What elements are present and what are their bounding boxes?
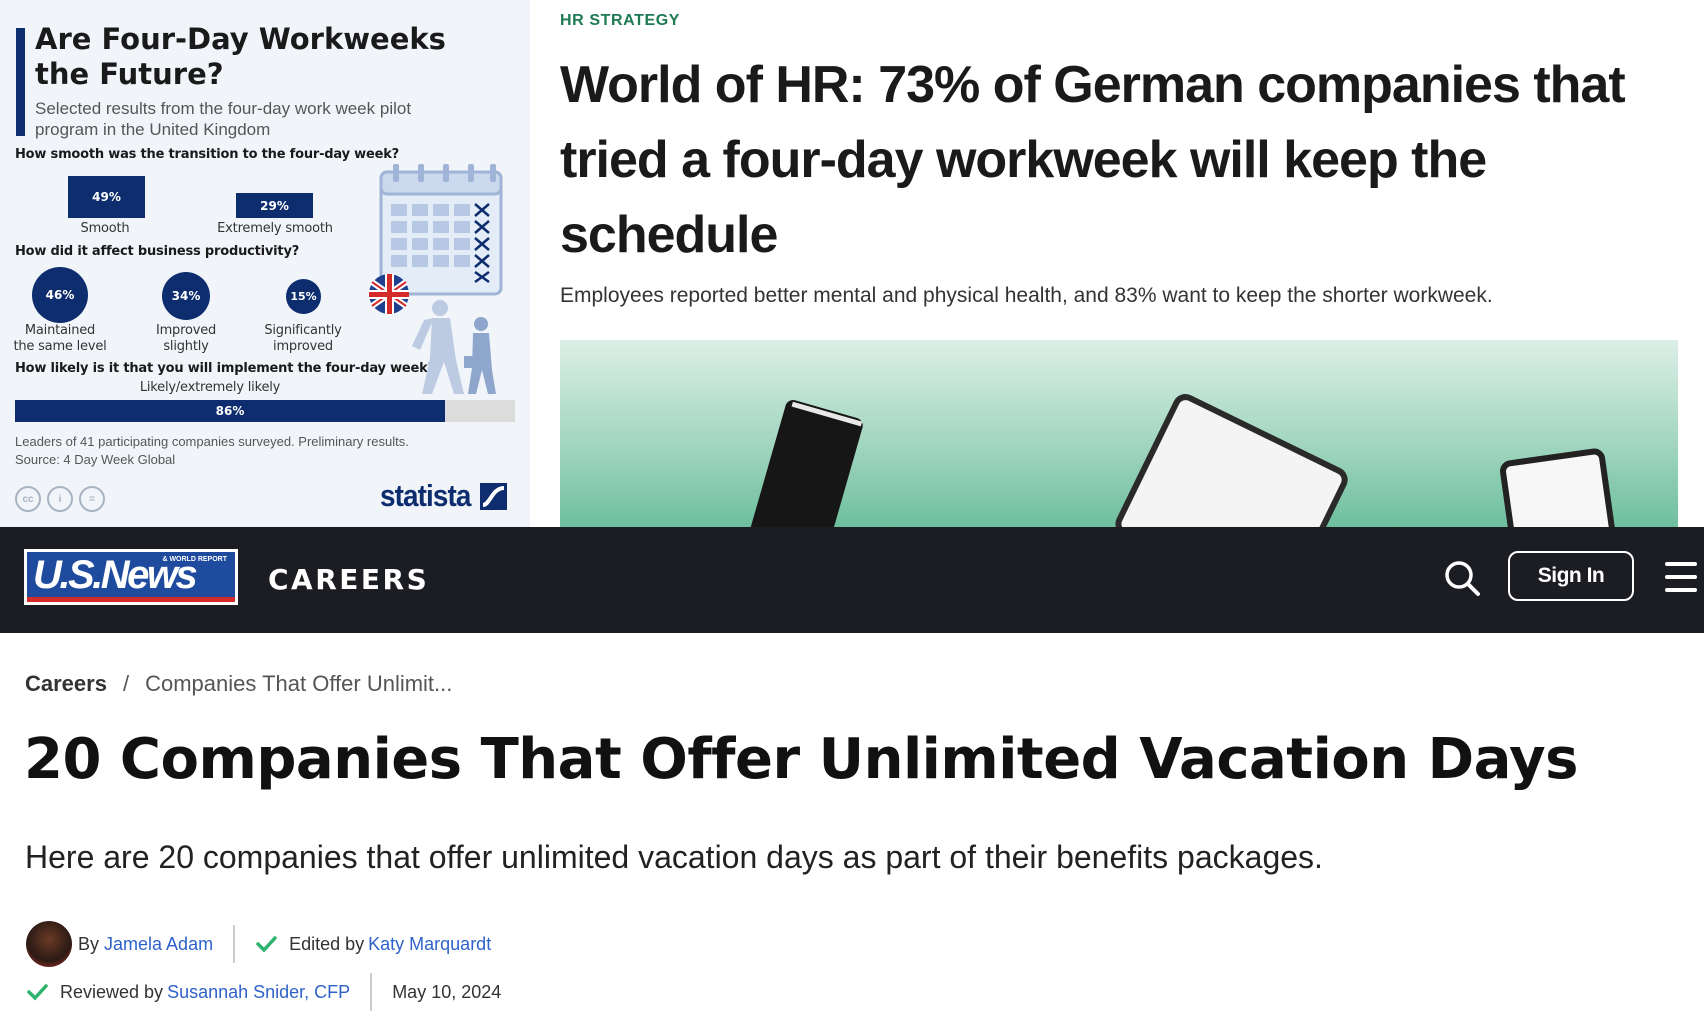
breadcrumb-separator: /	[122, 671, 130, 696]
infographic-footnote: Leaders of 41 participating companies su…	[15, 434, 409, 449]
breadcrumb-careers-link[interactable]: Careers	[25, 671, 107, 697]
likely-bar-track: 86%	[15, 400, 515, 422]
logo-red-stripe	[27, 597, 235, 602]
cc-license-icon[interactable]: cc	[15, 486, 41, 512]
question-productivity: How did it affect business productivity?	[15, 244, 300, 259]
statista-mark-icon	[479, 482, 507, 510]
bar-extremely-smooth: 29%	[236, 193, 313, 218]
section-label[interactable]: CAREERS	[268, 563, 429, 596]
bar-smooth: 49%	[68, 176, 145, 218]
statista-infographic: Are Four-Day Workweeks the Future? Selec…	[0, 0, 530, 527]
label-smooth: Smooth	[80, 221, 130, 236]
label-maintained-line2: the same level	[13, 339, 107, 354]
label-maintained: Maintained the same level	[5, 323, 115, 355]
check-icon	[27, 984, 48, 1001]
breadcrumb-current: Companies That Offer Unlimit...	[145, 671, 453, 696]
hero-image	[560, 340, 1678, 527]
byline-divider	[233, 925, 236, 963]
usnews-careers-page: U.S.News & WORLD REPORT CAREERS Sign In …	[0, 527, 1704, 1026]
check-icon	[256, 936, 277, 953]
article-kicker[interactable]: HR STRATEGY	[560, 12, 680, 30]
search-icon[interactable]	[1442, 558, 1482, 598]
likely-bar-fill: 86%	[15, 400, 445, 422]
sign-in-button[interactable]: Sign In	[1508, 551, 1634, 601]
infographic-title: Are Four-Day Workweeks the Future?	[35, 22, 446, 91]
publish-date: May 10, 2024	[392, 981, 502, 1002]
page-dek: Here are 20 companies that offer unlimit…	[25, 839, 1323, 875]
edited-prefix: Edited by	[289, 933, 365, 954]
article-headline: World of HR: 73% of German companies tha…	[560, 56, 1626, 264]
top-navbar: U.S.News & WORLD REPORT CAREERS Sign In	[0, 527, 1704, 633]
breadcrumb: Careers / Companies That Offer Unlimit..…	[25, 671, 452, 697]
hr-article: HR STRATEGY World of HR: 73% of German c…	[530, 0, 1704, 527]
label-maintained-line1: Maintained	[24, 323, 96, 338]
author-link[interactable]: Jamela Adam	[104, 934, 213, 955]
title-accent-bar	[16, 28, 25, 136]
article-dek: Employees reported better mental and phy…	[560, 284, 1493, 307]
usnews-logo-subtext: & WORLD REPORT	[162, 556, 227, 563]
page-title: 20 Companies That Offer Unlimited Vacati…	[24, 727, 1579, 792]
circle-maintained: 46%	[32, 267, 88, 323]
circle-improved-slightly: 34%	[162, 272, 210, 320]
byline-review: Reviewed by Susannah Snider, CFP May 10,…	[26, 973, 501, 1011]
devices-illustration	[742, 394, 1616, 527]
label-improved-line2: slightly	[163, 339, 209, 354]
infographic-subtitle: Selected results from the four-day work …	[35, 99, 412, 139]
label-improved-slightly: Improved slightly	[136, 323, 236, 355]
label-likely: Likely/extremely likely	[139, 380, 281, 395]
reviewed-prefix: Reviewed by	[60, 981, 164, 1002]
byline-authors: By Jamela Adam Edited by Katy Marquardt	[26, 919, 491, 969]
usnews-logo[interactable]: U.S.News & WORLD REPORT	[24, 549, 238, 605]
attribution-icon[interactable]: i	[47, 486, 73, 512]
label-improved-line1: Improved	[155, 323, 217, 338]
hamburger-menu-icon[interactable]	[1665, 562, 1697, 592]
calendar-illustration	[369, 164, 503, 394]
reviewer-link[interactable]: Susannah Snider, CFP	[167, 982, 350, 1003]
label-significantly-line2: improved	[273, 339, 333, 354]
circle-significantly-improved: 15%	[286, 279, 321, 314]
infographic-source: Source: 4 Day Week Global	[15, 452, 176, 467]
editor-link[interactable]: Katy Marquardt	[368, 934, 491, 955]
statista-logo[interactable]: statista	[380, 478, 507, 514]
author-avatar[interactable]	[26, 921, 72, 967]
label-significantly-line1: Significantly	[264, 323, 342, 338]
label-extremely-smooth: Extremely smooth	[217, 221, 333, 236]
by-prefix: By	[78, 933, 100, 954]
byline-divider	[370, 973, 373, 1011]
question-transition: How smooth was the transition to the fou…	[15, 147, 400, 162]
label-significantly-improved: Significantly improved	[253, 323, 353, 355]
statista-wordmark: statista	[380, 478, 471, 513]
no-derivatives-icon[interactable]: =	[79, 486, 105, 512]
